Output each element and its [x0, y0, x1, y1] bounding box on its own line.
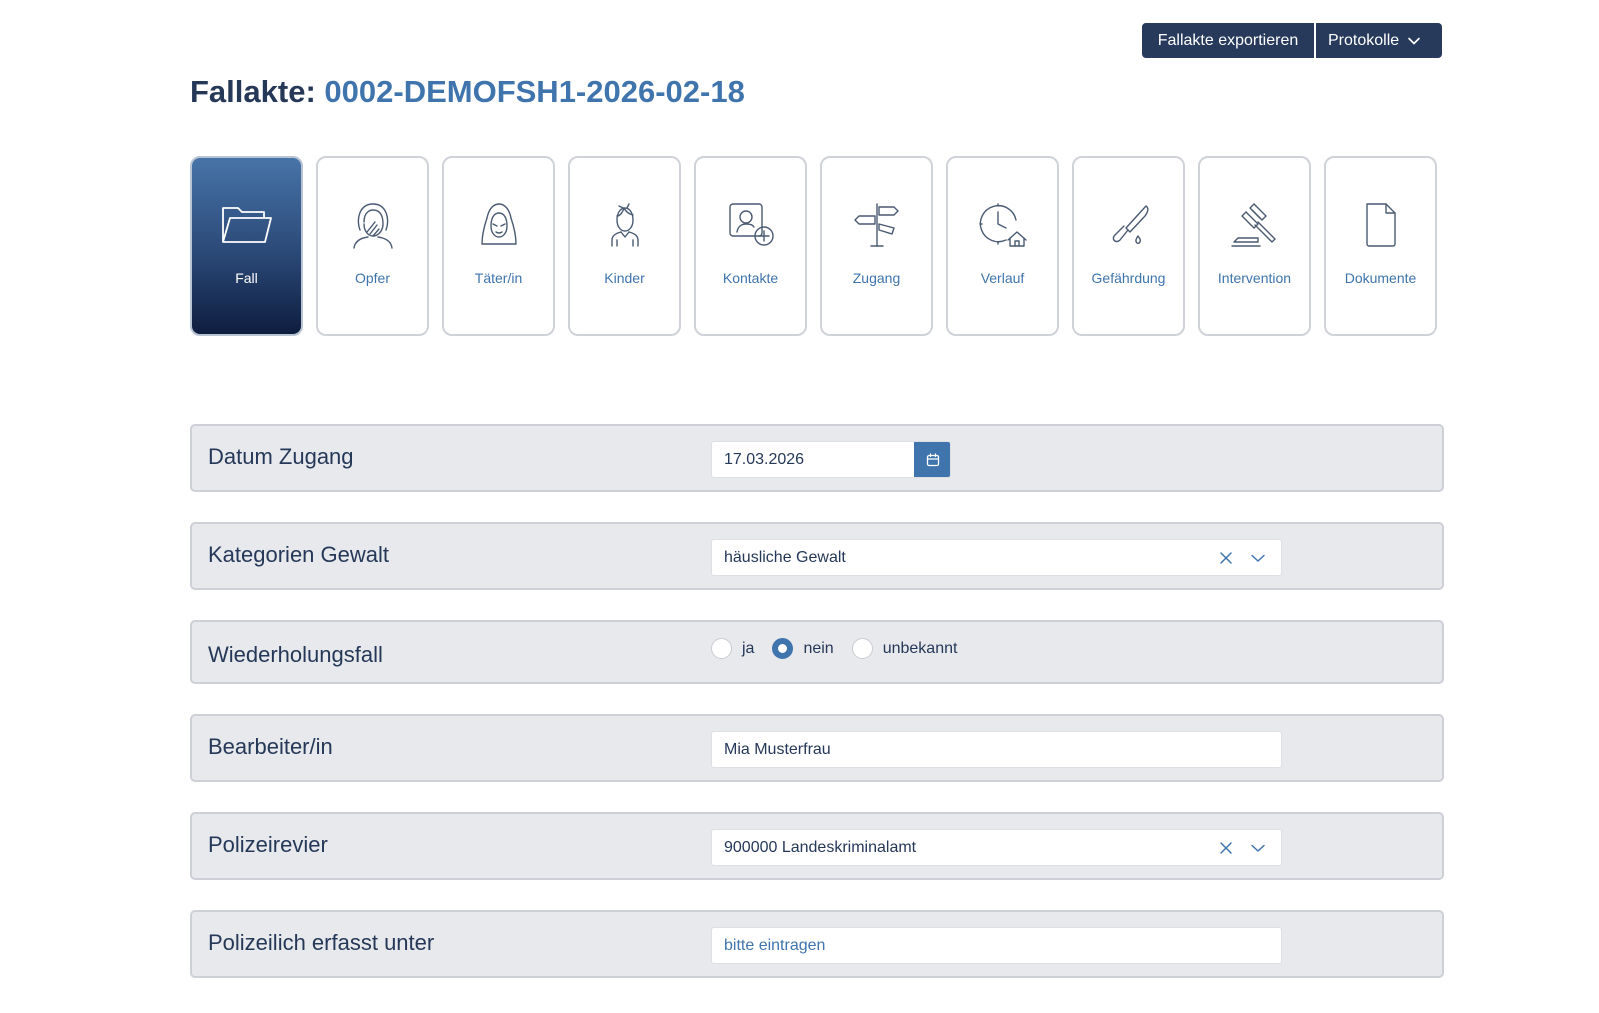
protocols-dropdown-button[interactable]: Protokolle — [1316, 23, 1442, 58]
case-number: 0002-DEMOFSH1-2026-02-18 — [324, 74, 745, 109]
police-station-select[interactable]: 900000 Landeskriminalamt — [711, 829, 1282, 866]
caseworker-value: Mia Musterfrau — [724, 740, 831, 758]
select-value: häusliche Gewalt — [724, 548, 846, 566]
chevron-down-icon — [1408, 37, 1420, 44]
caseworker-field[interactable]: Mia Musterfrau — [711, 731, 1282, 768]
repeat-case-radio-group: ja nein unbekannt — [711, 638, 975, 659]
police-reference-input[interactable] — [712, 928, 1281, 963]
perpetrator-icon — [480, 203, 517, 245]
radio-button[interactable] — [851, 638, 873, 659]
radio-button-checked[interactable] — [772, 638, 794, 659]
case-file-page: Fallakte exportieren Protokolle Fallakte… — [0, 0, 1599, 1013]
violence-category-select[interactable]: häusliche Gewalt — [711, 539, 1282, 576]
tile-label: Opfer — [354, 270, 390, 286]
tile-label: Dokumente — [1344, 270, 1417, 286]
gavel-icon — [1230, 203, 1276, 247]
radio-label: unbekannt — [882, 639, 958, 657]
police-reference-field[interactable] — [711, 927, 1282, 964]
tile-zugang[interactable]: Zugang — [820, 156, 933, 336]
row-bearbeiter: Bearbeiter/in Mia Musterfrau — [190, 714, 1444, 782]
date-input[interactable]: 17.03.2026 — [711, 441, 951, 478]
radio-label: ja — [742, 639, 755, 657]
field-label: Kategorien Gewalt — [208, 542, 389, 567]
chevron-down-icon[interactable] — [1249, 549, 1267, 567]
page-title: Fallakte: 0002-DEMOFSH1-2026-02-18 — [190, 72, 745, 112]
radio-option-unbekannt[interactable]: unbekannt — [851, 638, 958, 659]
top-actions: Fallakte exportieren Protokolle — [1142, 23, 1442, 58]
tile-label: Gefährdung — [1091, 270, 1166, 286]
chevron-down-icon[interactable] — [1249, 839, 1267, 857]
radio-label: nein — [803, 639, 834, 657]
protocols-label: Protokolle — [1328, 31, 1400, 49]
tile-gefaehrdung[interactable]: Gefährdung — [1072, 156, 1185, 336]
victim-icon — [352, 203, 393, 249]
select-value: 900000 Landeskriminalamt — [724, 838, 917, 856]
row-polizeilich-erfasst: Polizeilich erfasst unter — [190, 910, 1444, 978]
field-label: Datum Zugang — [208, 444, 354, 469]
tile-label: Kontakte — [722, 270, 779, 286]
section-tiles: Fall Opfer Täter/in Kinder Kontakte Zuga… — [190, 156, 1437, 336]
tile-label: Verlauf — [980, 270, 1025, 286]
field-label: Polizeilich erfasst unter — [208, 930, 435, 955]
row-datum-zugang: Datum Zugang 17.03.2026 — [190, 424, 1444, 492]
knife-icon — [1112, 205, 1148, 244]
contact-add-icon — [728, 203, 774, 246]
tile-label: Zugang — [852, 270, 901, 286]
radio-option-nein[interactable]: nein — [772, 638, 834, 659]
calendar-icon — [926, 452, 939, 466]
tile-fall[interactable]: Fall — [190, 156, 303, 336]
clock-house-icon — [978, 203, 1027, 247]
clear-icon[interactable] — [1217, 839, 1235, 857]
tile-kontakte[interactable]: Kontakte — [694, 156, 807, 336]
page-title-prefix: Fallakte: — [190, 74, 316, 109]
radio-button[interactable] — [711, 638, 732, 659]
tile-label: Täter/in — [474, 270, 523, 286]
field-label: Polizeirevier — [208, 832, 328, 857]
signpost-icon — [853, 203, 899, 247]
calendar-button[interactable] — [914, 442, 950, 477]
folder-icon — [221, 207, 272, 243]
export-case-file-button[interactable]: Fallakte exportieren — [1142, 23, 1314, 58]
tile-label: Kinder — [604, 270, 645, 286]
tile-opfer[interactable]: Opfer — [316, 156, 429, 336]
radio-option-ja[interactable]: ja — [711, 638, 754, 659]
tile-intervention[interactable]: Intervention — [1198, 156, 1311, 336]
row-kategorien-gewalt: Kategorien Gewalt häusliche Gewalt — [190, 522, 1444, 590]
field-label: Bearbeiter/in — [208, 734, 333, 759]
row-polizeirevier: Polizeirevier 900000 Landeskriminalamt — [190, 812, 1444, 880]
tile-verlauf[interactable]: Verlauf — [946, 156, 1059, 336]
tile-dokumente[interactable]: Dokumente — [1324, 156, 1437, 336]
row-wiederholungsfall: Wiederholungsfall ja nein unbekannt — [190, 620, 1444, 684]
clear-icon[interactable] — [1217, 549, 1235, 567]
tile-label: Fall — [235, 270, 258, 286]
child-icon — [610, 203, 639, 247]
date-value: 17.03.2026 — [724, 450, 805, 468]
tile-taeter[interactable]: Täter/in — [442, 156, 555, 336]
field-label: Wiederholungsfall — [208, 642, 383, 667]
tile-label: Intervention — [1217, 270, 1292, 286]
document-icon — [1365, 203, 1396, 247]
tile-kinder[interactable]: Kinder — [568, 156, 681, 336]
